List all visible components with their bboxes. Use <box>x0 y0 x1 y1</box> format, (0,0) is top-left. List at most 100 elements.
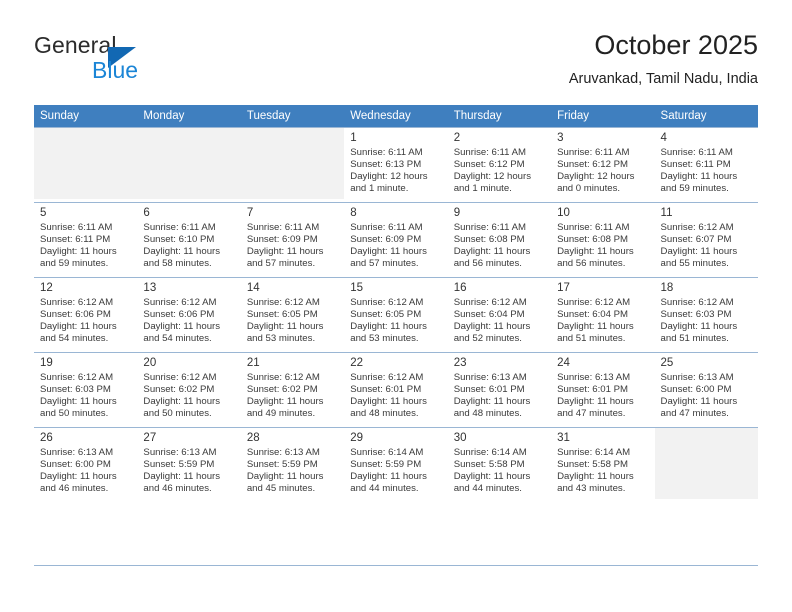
grid-bottom-rule <box>34 565 758 566</box>
calendar-day-cell[interactable]: 5 Sunrise: 6:11 AM Sunset: 6:11 PM Daylight… <box>34 202 138 278</box>
day-cell-content: 1 Sunrise: 6:11 AM Sunset: 6:13 PM Daylight… <box>344 128 447 199</box>
day-sunrise-text: Sunrise: 6:13 AM <box>246 447 320 458</box>
day-sunrise-text: Sunrise: 6:12 AM <box>453 297 527 308</box>
calendar-day-cell[interactable]: 19 Sunrise: 6:12 AM Sunset: 6:03 PM Dayligh… <box>34 352 138 428</box>
day-sunrise-text: Sunrise: 6:11 AM <box>557 147 630 158</box>
day-cell-content: 28 Sunrise: 6:13 AM Sunset: 5:59 PM Dayligh… <box>241 428 344 499</box>
day-cell-content: 21 Sunrise: 6:12 AM Sunset: 6:02 PM Dayligh… <box>241 353 344 424</box>
day-number: 28 <box>246 432 260 444</box>
day-number: 1 <box>350 132 357 144</box>
calendar-day-cell[interactable]: 3 Sunrise: 6:11 AM Sunset: 6:12 PM Daylight… <box>551 127 655 203</box>
calendar-day-cell[interactable]: 23 Sunrise: 6:13 AM Sunset: 6:01 PM Dayligh… <box>447 352 552 428</box>
day-sunset-text: Sunset: 6:02 PM <box>246 384 318 396</box>
day-cell-content: 20 Sunrise: 6:12 AM Sunset: 6:02 PM Dayligh… <box>137 353 240 424</box>
day-sunrise-text: Sunrise: 6:12 AM <box>143 297 217 308</box>
day-cell-content: 31 Sunrise: 6:14 AM Sunset: 5:58 PM Dayligh… <box>551 428 654 499</box>
calendar-day-cell[interactable]: 27 Sunrise: 6:13 AM Sunset: 5:59 PM Dayligh… <box>137 427 241 502</box>
location-subtitle: Aruvankad, Tamil Nadu, India <box>568 71 758 87</box>
weekday-header-saturday: Saturday <box>654 105 758 128</box>
calendar-day-cell-empty <box>240 127 345 203</box>
day-number: 14 <box>246 282 260 294</box>
calendar-day-cell[interactable]: 11 Sunrise: 6:12 AM Sunset: 6:07 PM Dayligh… <box>654 202 758 278</box>
calendar-day-cell[interactable]: 14 Sunrise: 6:12 AM Sunset: 6:05 PM Dayligh… <box>240 277 345 353</box>
day-number: 19 <box>40 357 53 369</box>
day-number: 25 <box>660 357 674 369</box>
day-sunrise-text: Sunrise: 6:13 AM <box>660 372 734 383</box>
day-sunrise-text: Sunrise: 6:14 AM <box>350 447 424 458</box>
day-daylight-text: Daylight: 11 hours <box>660 396 738 408</box>
day-sunset-text: Sunset: 6:03 PM <box>40 384 111 396</box>
calendar-day-cell[interactable]: 24 Sunrise: 6:13 AM Sunset: 6:01 PM Dayligh… <box>551 352 655 428</box>
day-daylight-text: Daylight: 11 hours <box>246 396 324 408</box>
calendar-day-cell[interactable]: 28 Sunrise: 6:13 AM Sunset: 5:59 PM Dayligh… <box>240 427 345 502</box>
day-cell-content <box>654 428 758 499</box>
day-daylight-text: Daylight: 11 hours <box>660 171 738 183</box>
calendar-day-cell[interactable]: 30 Sunrise: 6:14 AM Sunset: 5:58 PM Dayligh… <box>447 427 552 502</box>
calendar-day-cell[interactable]: 21 Sunrise: 6:12 AM Sunset: 6:02 PM Dayligh… <box>240 352 345 428</box>
day-sunset-text: Sunset: 5:59 PM <box>246 459 318 471</box>
day-cell-content <box>240 128 345 199</box>
day-daylight-text: Daylight: 11 hours <box>453 396 531 408</box>
calendar-day-cell[interactable]: 4 Sunrise: 6:11 AM Sunset: 6:11 PM Daylight… <box>654 127 758 203</box>
calendar-day-cell[interactable]: 20 Sunrise: 6:12 AM Sunset: 6:02 PM Dayligh… <box>137 352 241 428</box>
day-sunset-text: Sunset: 6:05 PM <box>350 309 422 321</box>
day-sunset-text: Sunset: 5:59 PM <box>350 459 422 471</box>
day-daylight-text: Daylight: 12 hours <box>453 171 532 183</box>
day-cell-content <box>137 128 241 199</box>
calendar-day-cell[interactable]: 17 Sunrise: 6:12 AM Sunset: 6:04 PM Dayligh… <box>551 277 655 353</box>
day-daylight-cont-text: and 0 minutes. <box>557 183 621 195</box>
calendar-day-cell[interactable]: 16 Sunrise: 6:12 AM Sunset: 6:04 PM Dayligh… <box>447 277 552 353</box>
day-number: 20 <box>143 357 157 369</box>
day-sunrise-text: Sunrise: 6:11 AM <box>557 222 630 233</box>
day-daylight-text: Daylight: 11 hours <box>40 321 117 333</box>
day-number: 5 <box>40 207 47 219</box>
calendar-day-cell[interactable]: 29 Sunrise: 6:14 AM Sunset: 5:59 PM Dayligh… <box>344 427 448 502</box>
day-cell-content: 25 Sunrise: 6:13 AM Sunset: 6:00 PM Dayligh… <box>655 353 758 424</box>
calendar-day-cell[interactable]: 7 Sunrise: 6:11 AM Sunset: 6:09 PM Daylight… <box>240 202 345 278</box>
day-daylight-cont-text: and 51 minutes. <box>557 333 626 345</box>
day-sunrise-text: Sunrise: 6:12 AM <box>246 372 320 383</box>
day-sunset-text: Sunset: 5:58 PM <box>453 459 525 471</box>
day-number: 30 <box>453 432 467 444</box>
day-sunrise-text: Sunrise: 6:11 AM <box>246 222 320 233</box>
calendar-day-cell[interactable]: 18 Sunrise: 6:12 AM Sunset: 6:03 PM Dayligh… <box>654 277 758 353</box>
day-sunset-text: Sunset: 6:06 PM <box>143 309 215 321</box>
day-sunrise-text: Sunrise: 6:14 AM <box>453 447 527 458</box>
calendar-day-cell[interactable]: 8 Sunrise: 6:11 AM Sunset: 6:09 PM Daylight… <box>344 202 448 278</box>
day-sunset-text: Sunset: 6:08 PM <box>453 234 525 246</box>
general-blue-logo[interactable]: General Blue <box>34 32 214 92</box>
calendar-day-cell[interactable]: 12 Sunrise: 6:12 AM Sunset: 6:06 PM Dayligh… <box>34 277 138 353</box>
day-sunset-text: Sunset: 5:59 PM <box>143 459 215 471</box>
day-daylight-cont-text: and 56 minutes. <box>557 258 626 270</box>
day-cell-content: 15 Sunrise: 6:12 AM Sunset: 6:05 PM Dayligh… <box>344 278 447 349</box>
calendar-day-cell[interactable]: 9 Sunrise: 6:11 AM Sunset: 6:08 PM Daylight… <box>447 202 552 278</box>
day-number: 17 <box>557 282 570 294</box>
day-sunset-text: Sunset: 6:11 PM <box>660 159 731 171</box>
calendar-day-cell[interactable]: 1 Sunrise: 6:11 AM Sunset: 6:13 PM Daylight… <box>344 127 448 203</box>
day-cell-content: 22 Sunrise: 6:12 AM Sunset: 6:01 PM Dayligh… <box>344 353 447 424</box>
calendar-day-cell[interactable]: 13 Sunrise: 6:12 AM Sunset: 6:06 PM Dayligh… <box>137 277 241 353</box>
day-cell-content: 8 Sunrise: 6:11 AM Sunset: 6:09 PM Daylight… <box>344 203 447 274</box>
calendar-day-cell[interactable]: 31 Sunrise: 6:14 AM Sunset: 5:58 PM Dayligh… <box>551 427 655 502</box>
day-number: 6 <box>143 207 150 219</box>
calendar-day-cell[interactable]: 2 Sunrise: 6:11 AM Sunset: 6:12 PM Daylight… <box>447 127 552 203</box>
day-daylight-cont-text: and 1 minute. <box>453 183 512 195</box>
day-number: 24 <box>557 357 570 369</box>
calendar-day-cell[interactable]: 6 Sunrise: 6:11 AM Sunset: 6:10 PM Daylight… <box>137 202 241 278</box>
day-sunset-text: Sunset: 5:58 PM <box>557 459 629 471</box>
day-daylight-cont-text: and 54 minutes. <box>40 333 109 345</box>
calendar-day-cell[interactable]: 25 Sunrise: 6:13 AM Sunset: 6:00 PM Dayligh… <box>654 352 758 428</box>
day-sunrise-text: Sunrise: 6:11 AM <box>660 147 733 158</box>
day-daylight-text: Daylight: 11 hours <box>143 396 221 408</box>
calendar-day-cell[interactable]: 26 Sunrise: 6:13 AM Sunset: 6:00 PM Dayligh… <box>34 427 138 502</box>
day-sunrise-text: Sunrise: 6:13 AM <box>143 447 217 458</box>
day-number: 29 <box>350 432 364 444</box>
calendar-day-cell[interactable]: 22 Sunrise: 6:12 AM Sunset: 6:01 PM Dayligh… <box>344 352 448 428</box>
day-sunset-text: Sunset: 6:07 PM <box>660 234 732 246</box>
day-daylight-cont-text: and 55 minutes. <box>660 258 729 270</box>
day-daylight-cont-text: and 47 minutes. <box>557 408 626 420</box>
day-sunset-text: Sunset: 6:00 PM <box>660 384 732 396</box>
calendar-day-cell[interactable]: 15 Sunrise: 6:12 AM Sunset: 6:05 PM Dayligh… <box>344 277 448 353</box>
calendar-day-cell[interactable]: 10 Sunrise: 6:11 AM Sunset: 6:08 PM Dayligh… <box>551 202 655 278</box>
calendar-week-row: 5 Sunrise: 6:11 AM Sunset: 6:11 PM Daylight… <box>34 202 758 278</box>
